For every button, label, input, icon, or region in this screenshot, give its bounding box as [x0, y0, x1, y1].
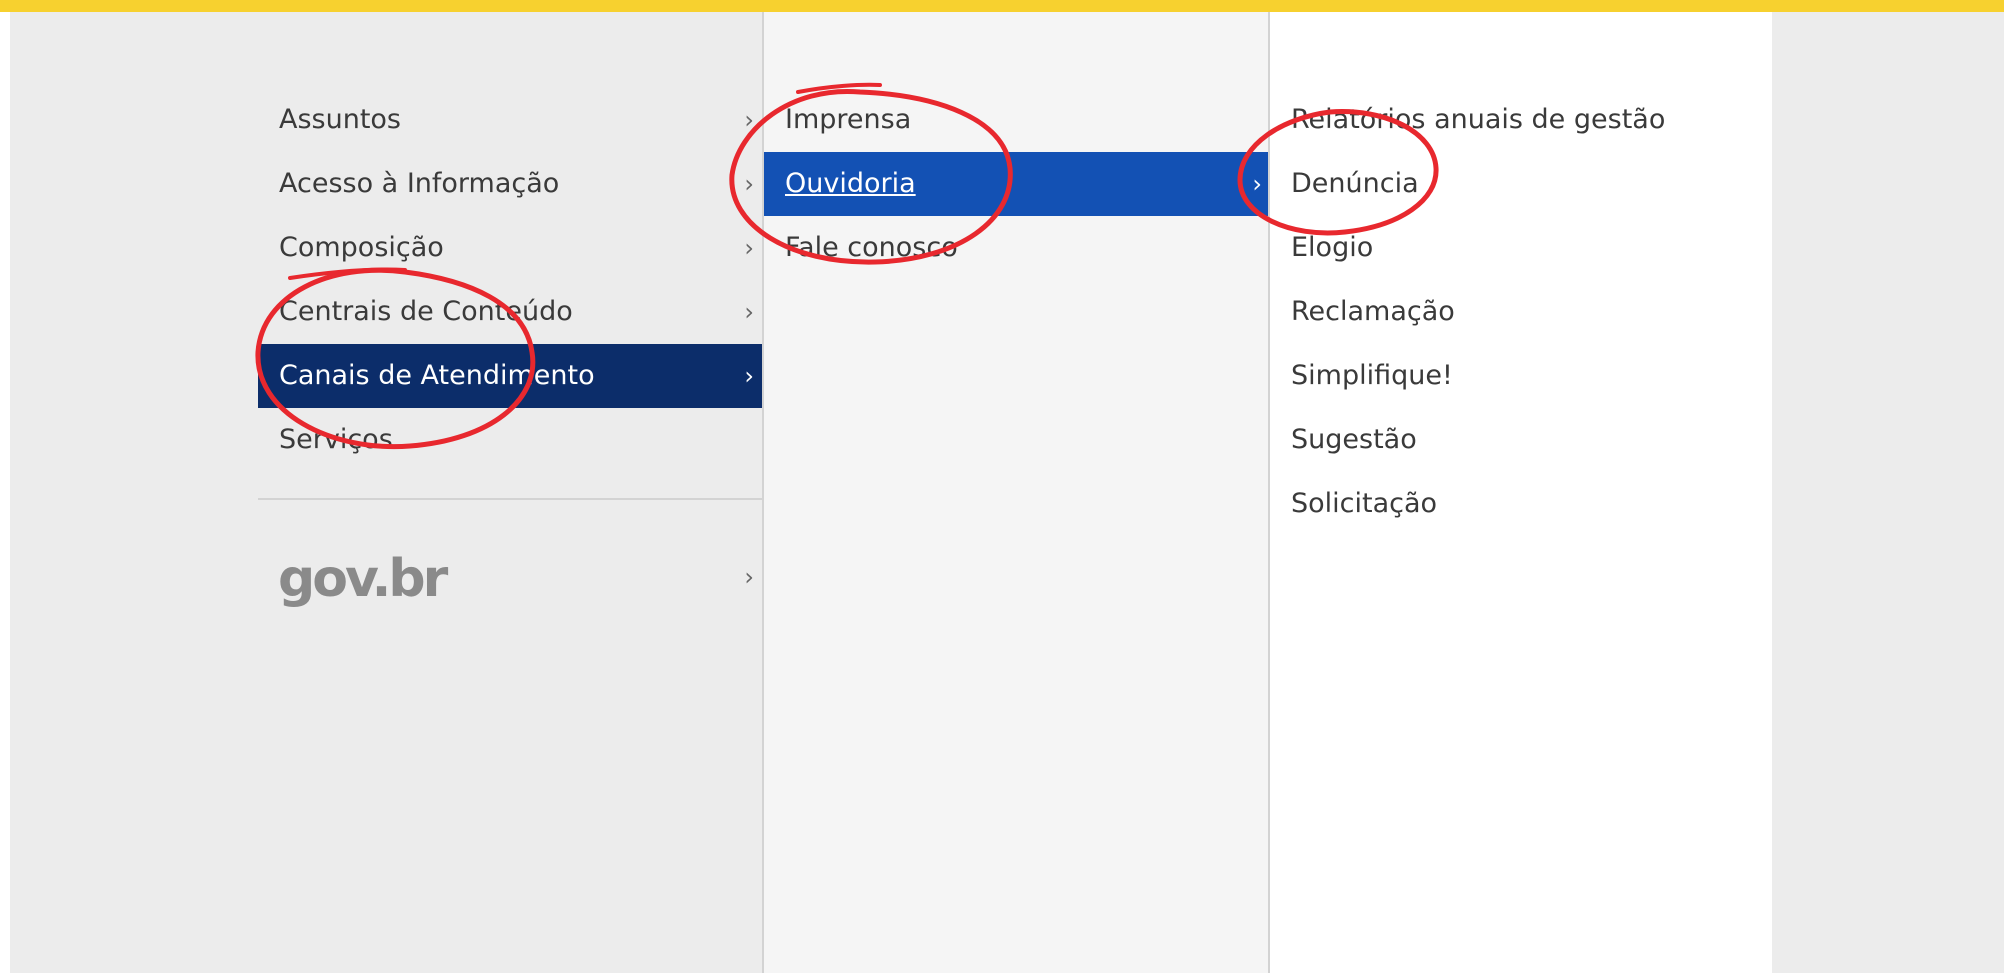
- menu-item-imprensa[interactable]: Imprensa: [764, 88, 1270, 152]
- menu-item-denuncia[interactable]: Denúncia: [1270, 152, 1774, 216]
- chevron-right-icon: ›: [1252, 170, 1262, 198]
- chevron-right-icon: ›: [744, 298, 754, 326]
- menu-item-label: Simplifique!: [1291, 360, 1453, 391]
- chevron-right-icon: ›: [744, 170, 754, 198]
- menu-level-2: Imprensa Ouvidoria › Fale conosco: [762, 12, 1270, 973]
- menu-item-ouvidoria[interactable]: Ouvidoria ›: [764, 152, 1270, 216]
- govbr-logo: gov.br: [278, 549, 448, 609]
- chevron-right-icon: ›: [744, 563, 754, 591]
- menu-item-label: Centrais de Conteúdo: [279, 296, 573, 327]
- menu-level-2-list: Imprensa Ouvidoria › Fale conosco: [764, 88, 1270, 280]
- chevron-right-icon: ›: [744, 362, 754, 390]
- menu-item-label: Solicitação: [1291, 488, 1438, 519]
- menu-item-elogio[interactable]: Elogio: [1270, 216, 1774, 280]
- menu-level-1-list: Assuntos › Acesso à Informação › Composi…: [258, 88, 762, 472]
- menu-item-servicos[interactable]: Serviços: [258, 408, 762, 472]
- menu-item-label: Acesso à Informação: [279, 168, 560, 199]
- menu-item-label: Canais de Atendimento: [279, 360, 595, 391]
- menu-item-sugestao[interactable]: Sugestão: [1270, 408, 1774, 472]
- menu-item-label: Ouvidoria: [785, 168, 916, 199]
- menu-item-simplifique[interactable]: Simplifique!: [1270, 344, 1774, 408]
- menu-item-solicitacao[interactable]: Solicitação: [1270, 472, 1774, 536]
- chevron-right-icon: ›: [744, 234, 754, 262]
- menu-item-label: Denúncia: [1291, 168, 1419, 199]
- menu-item-label: Sugestão: [1291, 424, 1417, 455]
- menu-item-relatorios-anuais[interactable]: Relatórios anuais de gestão: [1270, 88, 1774, 152]
- chevron-right-icon: ›: [744, 106, 754, 134]
- govbr-link[interactable]: gov.br ›: [258, 549, 762, 629]
- menu-level-3-list: Relatórios anuais de gestão Denúncia Elo…: [1270, 88, 1774, 536]
- menu-item-canais-atendimento[interactable]: Canais de Atendimento ›: [258, 344, 762, 408]
- menu-item-centrais-conteudo[interactable]: Centrais de Conteúdo ›: [258, 280, 762, 344]
- menu-level-1: Assuntos › Acesso à Informação › Composi…: [10, 12, 762, 973]
- menu-item-label: Assuntos: [279, 104, 402, 135]
- menu-item-assuntos[interactable]: Assuntos ›: [258, 88, 762, 152]
- menu-item-label: Serviços: [279, 424, 393, 455]
- menu-item-label: Composição: [279, 232, 444, 263]
- menu-item-label: Fale conosco: [785, 232, 958, 263]
- menu-item-label: Relatórios anuais de gestão: [1291, 104, 1666, 135]
- menu-divider: [258, 498, 762, 500]
- menu-item-label: Elogio: [1291, 232, 1374, 263]
- right-gutter: [1772, 12, 2004, 973]
- top-accent-line: [0, 0, 2004, 12]
- menu-item-fale-conosco[interactable]: Fale conosco: [764, 216, 1270, 280]
- menu-item-composicao[interactable]: Composição ›: [258, 216, 762, 280]
- menu-item-label: Imprensa: [785, 104, 912, 135]
- menu-item-acesso-informacao[interactable]: Acesso à Informação ›: [258, 152, 762, 216]
- menu-level-3: Relatórios anuais de gestão Denúncia Elo…: [1268, 12, 1774, 973]
- menu-item-label: Reclamação: [1291, 296, 1455, 327]
- menu-item-reclamacao[interactable]: Reclamação: [1270, 280, 1774, 344]
